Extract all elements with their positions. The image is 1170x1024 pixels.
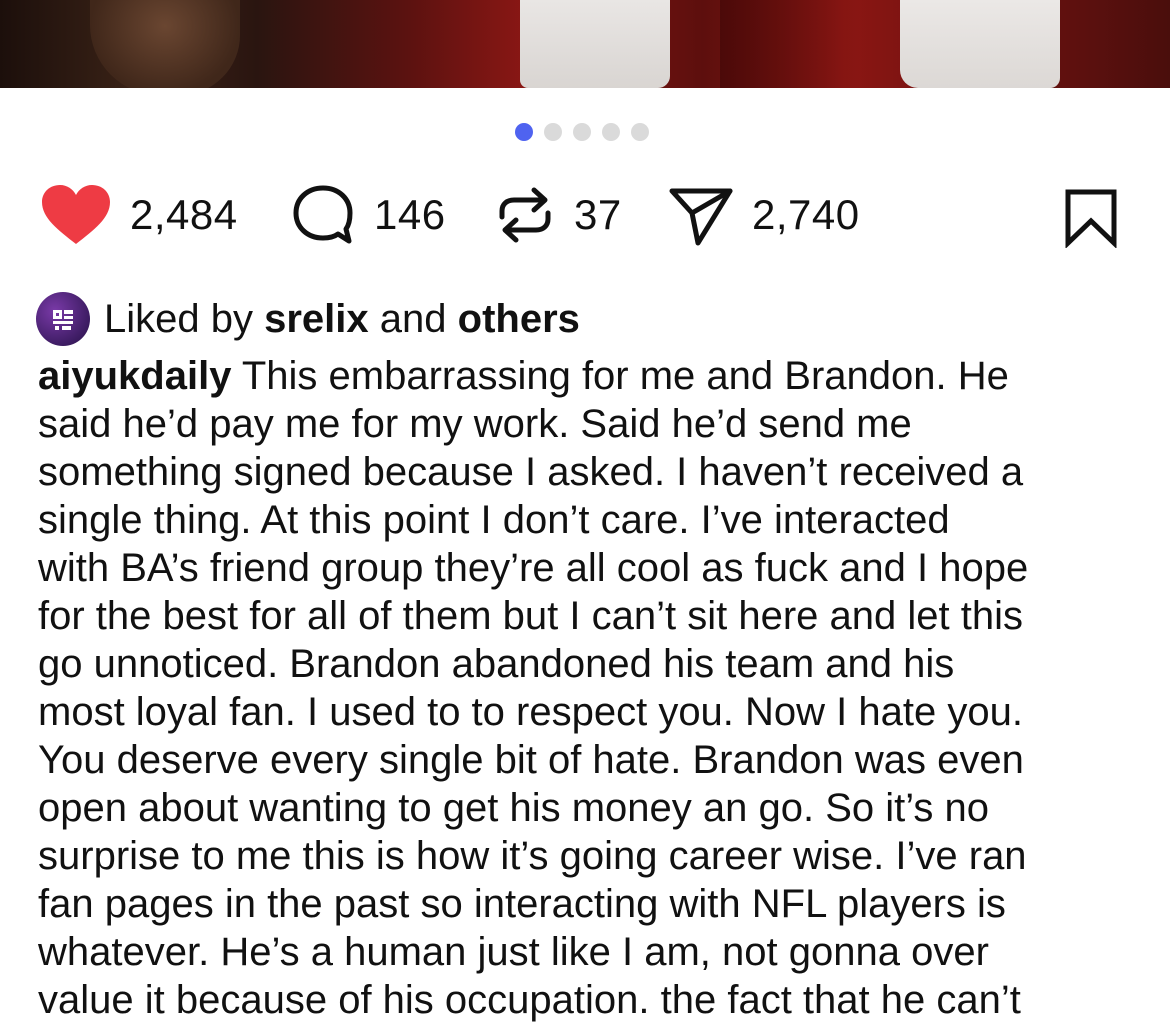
- photo-jersey-shade: [720, 0, 860, 88]
- repost-button[interactable]: 37: [494, 180, 622, 250]
- like-count: 2,484: [130, 191, 238, 238]
- caption-line: fan pages in the past so interacting wit…: [38, 882, 1006, 926]
- photo-arm: [90, 0, 240, 88]
- caption-line: single thing. At this point I don’t care…: [38, 498, 950, 542]
- comment-bubble-icon: [293, 185, 353, 244]
- heart-icon: [42, 185, 110, 244]
- post-caption: aiyukdaily This embarrassing for me and …: [38, 352, 1148, 1024]
- send-icon: [669, 188, 733, 246]
- liked-by-row[interactable]: Liked by srelix and others: [36, 292, 580, 346]
- caption-line: with BA’s friend group they’re all cool …: [38, 546, 1029, 590]
- share-button[interactable]: 2,740: [668, 180, 860, 250]
- carousel-dot: [631, 123, 649, 141]
- like-button[interactable]: 2,484: [40, 180, 238, 250]
- caption-username-link[interactable]: aiyukdaily: [38, 354, 231, 398]
- photo-jersey-stripe: [900, 0, 1060, 88]
- carousel-indicator: [515, 123, 649, 141]
- caption-line: value it because of his occupation. the …: [38, 978, 1021, 1022]
- carousel-dot: [602, 123, 620, 141]
- comment-button[interactable]: 146: [290, 180, 446, 250]
- share-count: 2,740: [752, 191, 860, 238]
- liked-by-joiner: and: [379, 296, 447, 341]
- repost-count: 37: [574, 191, 622, 238]
- caption-line: for the best for all of them but I can’t…: [38, 594, 1023, 638]
- user-avatar-icon[interactable]: [36, 292, 90, 346]
- comment-count: 146: [374, 191, 446, 238]
- caption-line: whatever. He’s a human just like I am, n…: [38, 930, 989, 974]
- caption-line: most loyal fan. I used to to respect you…: [38, 690, 1023, 734]
- caption-line: go unnoticed. Brandon abandoned his team…: [38, 642, 955, 686]
- action-bar: 2,484 146 37 2,740: [0, 180, 1170, 250]
- caption-line: You deserve every single bit of hate. Br…: [38, 738, 1024, 782]
- caption-line: surprise to me this is how it’s going ca…: [38, 834, 1027, 878]
- liked-by-prefix: Liked by: [104, 296, 253, 341]
- bookmark-button[interactable]: [1063, 188, 1119, 253]
- liked-by-others-link[interactable]: others: [458, 297, 580, 342]
- caption-line: said he’d pay me for my work. Said he’d …: [38, 402, 912, 446]
- logo-mark-icon: [53, 310, 73, 330]
- repost-icon: [499, 187, 551, 243]
- photo-jersey-stripe: [520, 0, 670, 88]
- bookmark-icon: [1065, 189, 1117, 249]
- carousel-dot: [544, 123, 562, 141]
- carousel-dot: [573, 123, 591, 141]
- post-view: 2,484 146 37 2,740 Liked by srelix and o…: [0, 0, 1170, 1024]
- caption-line: something signed because I asked. I have…: [38, 450, 1024, 494]
- liked-by-user-link[interactable]: srelix: [264, 297, 369, 342]
- caption-line: aiyukdaily This embarrassing for me and …: [38, 352, 1148, 400]
- carousel-dot-active: [515, 123, 533, 141]
- caption-line: open about wanting to get his money an g…: [38, 786, 990, 830]
- post-photo[interactable]: [0, 0, 1170, 88]
- caption-text: This embarrassing for me and Brandon. He: [241, 354, 1009, 398]
